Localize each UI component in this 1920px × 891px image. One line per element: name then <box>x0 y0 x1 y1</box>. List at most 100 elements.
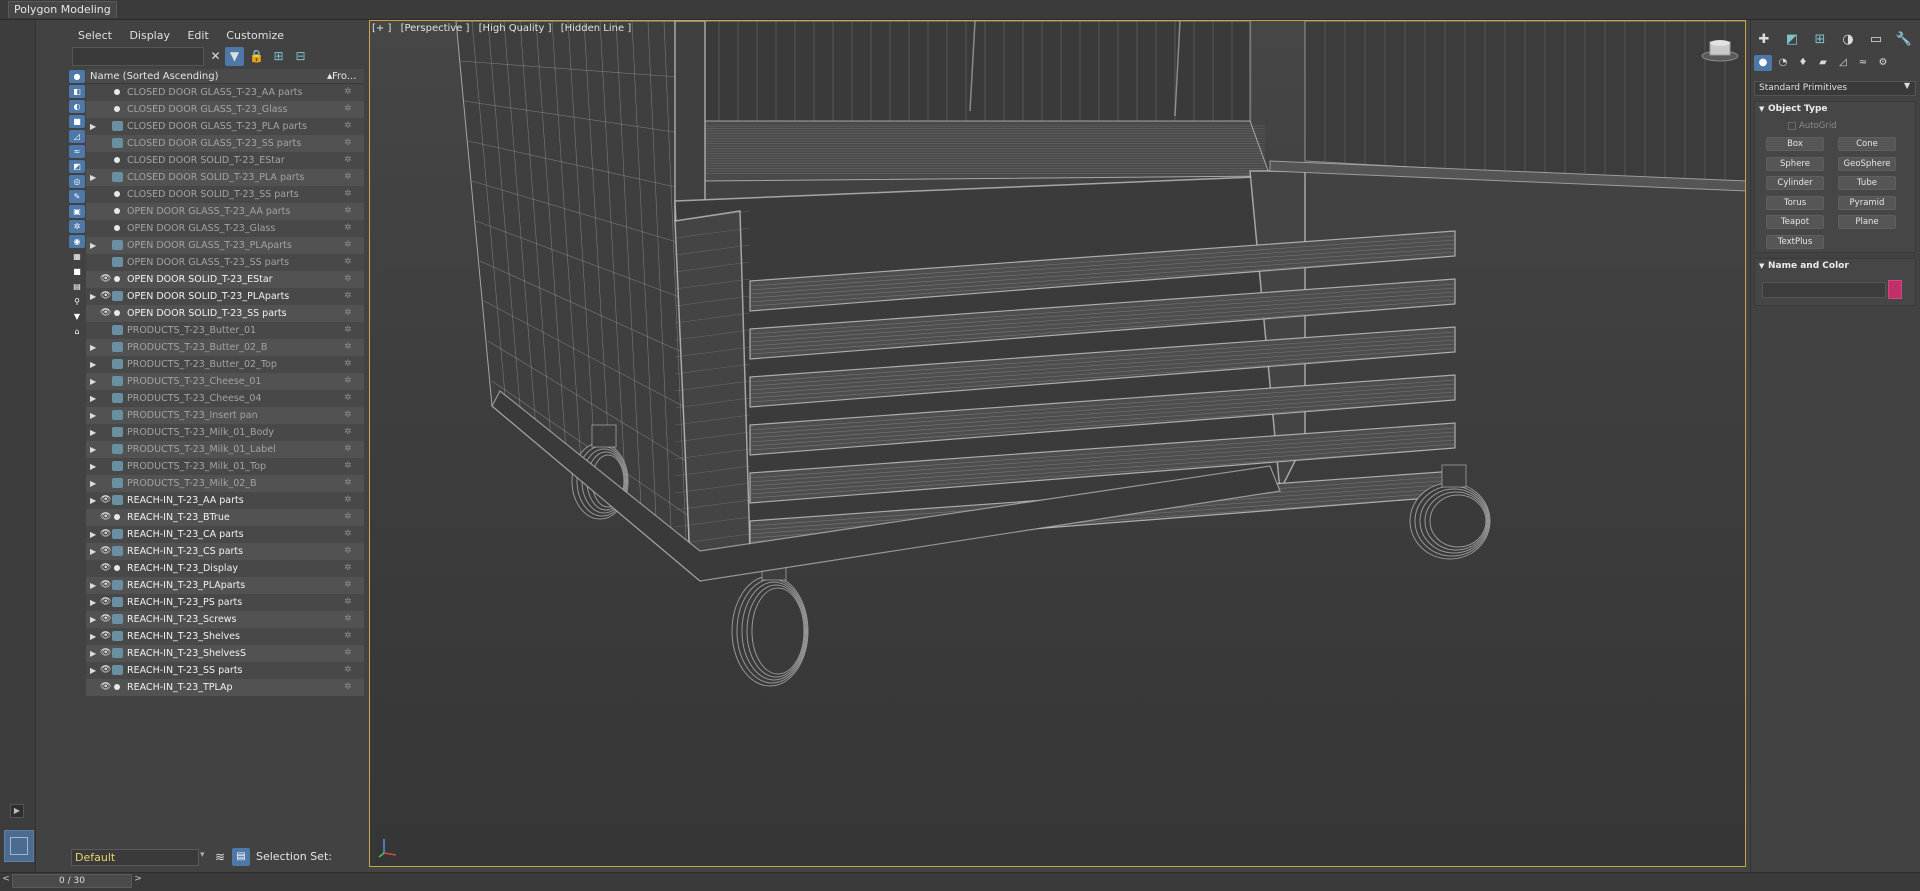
frozen-snowflake-icon[interactable]: ✲ <box>344 611 352 628</box>
display-invert-icon[interactable]: ▤ <box>69 280 85 293</box>
create-tab-icon[interactable]: ✚ <box>1754 30 1774 50</box>
layer-stack-icon[interactable]: ≋ <box>212 849 228 865</box>
frozen-snowflake-icon[interactable]: ✲ <box>344 662 352 679</box>
menu-edit[interactable]: Edit <box>187 29 208 42</box>
frozen-snowflake-icon[interactable]: ✲ <box>344 84 352 101</box>
scene-row[interactable]: 👁 REACH-IN_T-23_BTrue ✲ <box>86 509 364 526</box>
scene-row[interactable]: ▶ PRODUCTS_T-23_Milk_02_B ✲ <box>86 475 364 492</box>
menu-customize[interactable]: Customize <box>226 29 284 42</box>
primitive-button-textplus[interactable]: TextPlus <box>1766 234 1824 249</box>
scene-row[interactable]: CLOSED DOOR GLASS_T-23_Glass ✲ <box>86 101 364 118</box>
autogrid-checkbox-box[interactable] <box>1788 121 1796 130</box>
scene-row[interactable]: ▶ PRODUCTS_T-23_Milk_01_Label ✲ <box>86 441 364 458</box>
display-none-icon[interactable]: ■ <box>69 265 85 278</box>
expand-row-icon[interactable]: ▶ <box>90 611 98 628</box>
frozen-snowflake-icon[interactable]: ✲ <box>344 322 352 339</box>
frozen-snowflake-icon[interactable]: ✲ <box>344 271 352 288</box>
scene-row[interactable]: 👁 OPEN DOOR SOLID_T-23_EStar ✲ <box>86 271 364 288</box>
menu-display[interactable]: Display <box>129 29 170 42</box>
scene-row[interactable]: ▶ PRODUCTS_T-23_Milk_01_Top ✲ <box>86 458 364 475</box>
frozen-snowflake-icon[interactable]: ✲ <box>344 645 352 662</box>
frozen-snowflake-icon[interactable]: ✲ <box>344 339 352 356</box>
frozen-snowflake-icon[interactable]: ✲ <box>344 577 352 594</box>
frozen-snowflake-icon[interactable]: ✲ <box>344 356 352 373</box>
object-type-rollout-header[interactable]: ▼ Object Type <box>1755 102 1915 117</box>
layer-dropdown[interactable]: Default <box>71 849 199 866</box>
primitive-button-tube[interactable]: Tube <box>1838 176 1896 190</box>
scene-row[interactable]: ▶ 👁 OPEN DOOR SOLID_T-23_PLAparts ✲ <box>86 288 364 305</box>
expand-row-icon[interactable]: ▶ <box>90 662 98 679</box>
scene-row[interactable]: ▶ OPEN DOOR GLASS_T-23_PLAparts ✲ <box>86 237 364 254</box>
scene-row[interactable]: CLOSED DOOR GLASS_T-23_SS parts ✲ <box>86 135 364 152</box>
frozen-snowflake-icon[interactable]: ✲ <box>344 305 352 322</box>
find-icon[interactable]: ⚲ <box>69 295 85 308</box>
primitive-button-cone[interactable]: Cone <box>1838 137 1896 151</box>
expand-row-icon[interactable]: ▶ <box>90 424 98 441</box>
viewcube-icon[interactable] <box>1700 38 1740 62</box>
primitive-button-pyramid[interactable]: Pyramid <box>1838 195 1896 210</box>
expand-row-icon[interactable]: ▶ <box>90 441 98 458</box>
layer-hierarchy-icon[interactable]: ⊟ <box>291 47 310 66</box>
visibility-eye-icon[interactable]: 👁 <box>100 288 111 305</box>
display-tab-icon[interactable]: ▭ <box>1866 30 1886 50</box>
scene-search-input[interactable] <box>72 47 204 66</box>
systems-category-icon[interactable]: ⚙ <box>1874 55 1892 71</box>
frozen-snowflake-icon[interactable]: ✲ <box>344 407 352 424</box>
scene-row[interactable]: ▶ PRODUCTS_T-23_Butter_02_Top ✲ <box>86 356 364 373</box>
scene-row[interactable]: CLOSED DOOR GLASS_T-23_AA parts ✲ <box>86 84 364 101</box>
primitive-button-box[interactable]: Box <box>1766 137 1824 151</box>
expand-row-icon[interactable]: ▶ <box>90 543 98 560</box>
scene-row[interactable]: ▶ 👁 REACH-IN_T-23_Screws ✲ <box>86 611 364 628</box>
display-groups-icon[interactable]: ◩ <box>69 160 85 173</box>
scene-row[interactable]: PRODUCTS_T-23_Butter_01 ✲ <box>86 322 364 339</box>
scene-row[interactable]: ▶ 👁 REACH-IN_T-23_AA parts ✲ <box>86 492 364 509</box>
scene-row[interactable]: OPEN DOOR GLASS_T-23_AA parts ✲ <box>86 203 364 220</box>
visibility-eye-icon[interactable]: 👁 <box>100 509 111 526</box>
expand-row-icon[interactable]: ▶ <box>90 645 98 662</box>
spacewarps-category-icon[interactable]: ≈ <box>1854 55 1872 71</box>
cameras-category-icon[interactable]: ▰ <box>1814 55 1832 71</box>
geometry-category-icon[interactable]: ● <box>1754 55 1772 71</box>
menu-select[interactable]: Select <box>78 29 112 42</box>
lock-icon[interactable]: 🔒 <box>247 47 266 66</box>
frozen-snowflake-icon[interactable]: ✲ <box>344 424 352 441</box>
frozen-snowflake-icon[interactable]: ✲ <box>344 373 352 390</box>
display-cameras-icon[interactable]: ■ <box>69 115 85 128</box>
scene-row[interactable]: OPEN DOOR GLASS_T-23_Glass ✲ <box>86 220 364 237</box>
visibility-eye-icon[interactable]: 👁 <box>100 305 111 322</box>
expand-row-icon[interactable]: ▶ <box>90 407 98 424</box>
display-xrefs-icon[interactable]: ◎ <box>69 175 85 188</box>
expand-row-icon[interactable]: ▶ <box>90 526 98 543</box>
expand-row-icon[interactable]: ▶ <box>90 237 98 254</box>
dropdown-arrow-icon[interactable]: ▼ <box>1904 81 1910 90</box>
sync-selection-icon[interactable]: ⌂ <box>69 325 85 338</box>
scene-row[interactable]: ▶ CLOSED DOOR GLASS_T-23_PLA parts ✲ <box>86 118 364 135</box>
expand-row-icon[interactable]: ▶ <box>90 288 98 305</box>
scene-row[interactable]: 👁 OPEN DOOR SOLID_T-23_SS parts ✲ <box>86 305 364 322</box>
motion-tab-icon[interactable]: ◑ <box>1838 30 1858 50</box>
scene-row[interactable]: ▶ PRODUCTS_T-23_Insert pan ✲ <box>86 407 364 424</box>
display-geometry-icon[interactable]: ● <box>69 70 85 83</box>
frozen-column-header[interactable]: Fro... <box>332 69 356 84</box>
expand-row-icon[interactable]: ▶ <box>90 118 98 135</box>
primitive-button-cylinder[interactable]: Cylinder <box>1766 176 1824 190</box>
expand-row-icon[interactable]: ▶ <box>90 492 98 509</box>
hierarchy-icon[interactable]: ⊞ <box>269 47 288 66</box>
frozen-snowflake-icon[interactable]: ✲ <box>344 492 352 509</box>
display-containers-icon[interactable]: ▣ <box>69 205 85 218</box>
display-all-icon[interactable]: ▦ <box>69 250 85 263</box>
time-slider-prev-icon[interactable]: < <box>0 874 12 888</box>
scene-row[interactable]: ▶ 👁 REACH-IN_T-23_CS parts ✲ <box>86 543 364 560</box>
visibility-eye-icon[interactable]: 👁 <box>100 594 111 611</box>
visibility-eye-icon[interactable]: 👁 <box>100 679 111 696</box>
frozen-snowflake-icon[interactable]: ✲ <box>344 628 352 645</box>
frozen-snowflake-icon[interactable]: ✲ <box>344 475 352 492</box>
perspective-viewport[interactable] <box>369 20 1746 867</box>
expand-row-icon[interactable]: ▶ <box>90 390 98 407</box>
frozen-snowflake-icon[interactable]: ✲ <box>344 254 352 271</box>
autogrid-checkbox[interactable]: AutoGrid <box>1788 121 1837 131</box>
ribbon-tab-polygon-modeling[interactable]: Polygon Modeling <box>8 1 117 18</box>
scene-row[interactable]: ▶ PRODUCTS_T-23_Cheese_04 ✲ <box>86 390 364 407</box>
viewport-general-menu[interactable]: [+ ] <box>372 23 391 34</box>
viewport-quality-menu[interactable]: [High Quality ] <box>479 23 552 34</box>
